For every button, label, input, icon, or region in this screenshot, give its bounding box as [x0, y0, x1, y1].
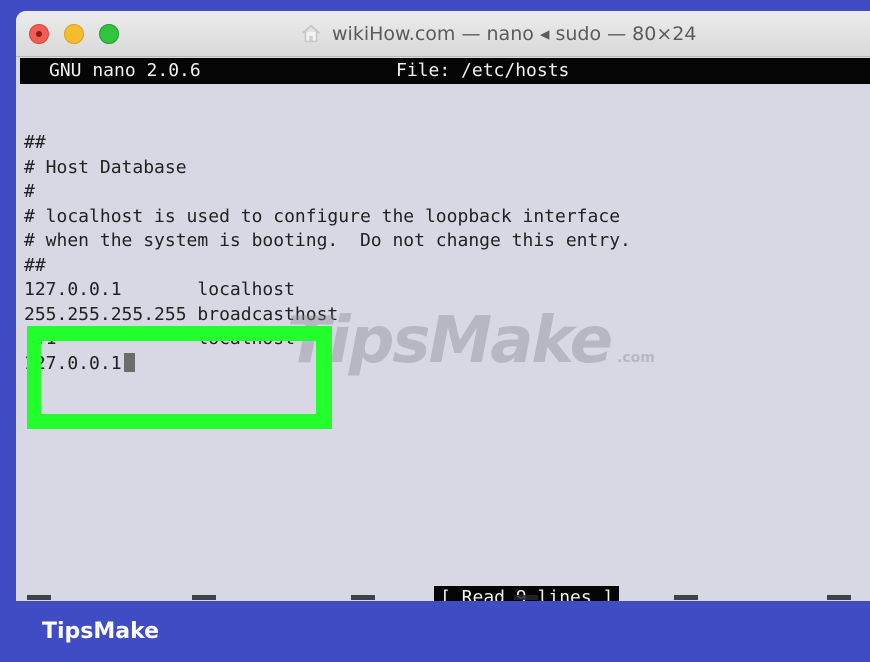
editor-line: # Host Database — [24, 156, 187, 178]
brand-name: TipsMake — [42, 619, 160, 644]
window-title-group: wikiHow.com — nano ◂ sudo — 80×24 — [300, 21, 696, 47]
nano-header-bar: GNU nano 2.0.6 File: /etc/hosts — [20, 58, 870, 84]
editor-line: ::1 localhost — [24, 328, 295, 349]
editor-line: ## — [24, 132, 46, 153]
text-cursor — [123, 352, 135, 372]
editor-line: # when the system is booting. Do not cha… — [24, 230, 631, 251]
nano-version: GNU nano 2.0.6 — [49, 60, 201, 81]
terminal-window: wikiHow.com — nano ◂ sudo — 80×24 GNU na… — [16, 11, 870, 601]
editor-line: 127.0.0.1 localhost — [24, 279, 295, 300]
nano-file-name: File: /etc/hosts — [396, 60, 570, 81]
window-titlebar[interactable]: wikiHow.com — nano ◂ sudo — 80×24 — [16, 11, 870, 57]
minimize-button[interactable] — [64, 24, 84, 44]
editor-line: ## — [24, 254, 46, 276]
zoom-button[interactable] — [99, 24, 119, 44]
home-icon — [302, 24, 320, 43]
editor-line: # — [24, 181, 35, 202]
screenshot-frame: wikiHow.com — nano ◂ sudo — 80×24 GNU na… — [0, 0, 870, 662]
editor-line[interactable]: 127.0.0.1 — [24, 352, 844, 377]
editor-line: 255.255.255.255 broadcasthost — [24, 303, 339, 325]
brand-footer: TipsMake — [0, 601, 870, 662]
close-button[interactable] — [29, 24, 49, 44]
editor-line: # localhost is used to configure the loo… — [24, 205, 621, 227]
window-title: wikiHow.com — nano ◂ sudo — 80×24 — [332, 23, 697, 45]
text-editor[interactable]: ## # Host Database # # localhost is used… — [24, 131, 844, 376]
